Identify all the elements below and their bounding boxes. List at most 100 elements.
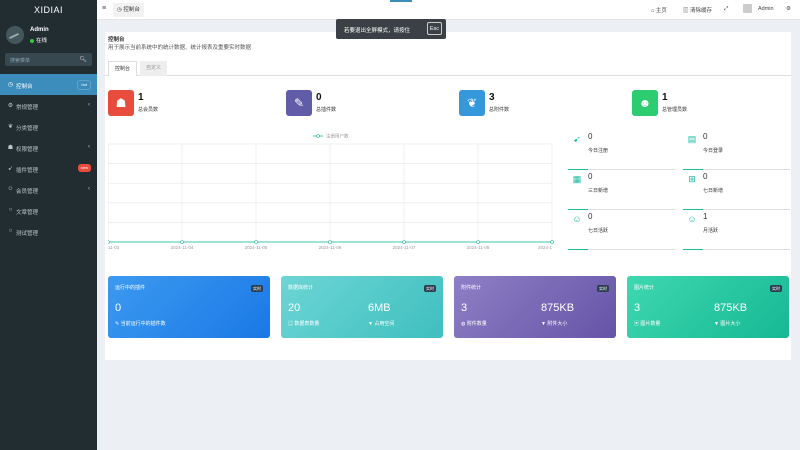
table-icon: ▤ [288, 321, 294, 327]
chevron-left-icon: ‹ [88, 185, 90, 192]
home-link[interactable]: ⌂ 主页 [651, 6, 667, 14]
magic-icon: ✎ [286, 90, 312, 116]
card-label-text: 数据表数量 [294, 321, 320, 327]
card-label: ▤ 数据表数量 [288, 320, 319, 327]
sidebar-item-article[interactable]: ○ 文章管理 [0, 200, 97, 221]
settings-icon[interactable]: ⚙ [786, 6, 791, 12]
realtime-badge: 实时 [424, 285, 436, 292]
data-point [254, 240, 258, 244]
user-panel: Admin 在线 [0, 20, 97, 50]
user-name: Admin [30, 27, 49, 33]
card-title: 图片统计 [634, 285, 655, 291]
data-point [402, 240, 406, 244]
trash-icon: ▥ [683, 8, 689, 14]
user-circle-icon: ☺ [687, 214, 697, 224]
sidebar-item-category[interactable]: ❦ 分类管理 [0, 116, 97, 137]
avatar[interactable] [743, 4, 752, 13]
card-value: 875KB [541, 302, 575, 314]
data-point [550, 240, 554, 244]
tab-label: 控制台 [123, 7, 140, 13]
sidebar: XIDIAI Admin 在线 搜索菜单 🔍︎ ◷ 控制台 hot ⚙ 常规管理… [0, 0, 97, 450]
card-label-text: 图片数量 [640, 321, 661, 327]
tab-active-indicator [390, 0, 412, 2]
card-value: 20 [288, 302, 301, 314]
menu-toggle-icon[interactable]: ≡ [102, 5, 106, 12]
main-content: 控制台 用于展示当前系统中的统计数据、统计报表及重要实时数据 控制台 自定义 ☗… [97, 20, 800, 450]
leaf-icon: ❦ [7, 124, 14, 130]
image-icon: ▣ [634, 321, 640, 327]
user-circle-icon: ☺ [572, 214, 582, 224]
circle-o-icon: ○ [8, 228, 13, 234]
realtime-badge: 实时 [597, 285, 609, 292]
stat-attachments: ❦ 3 总附件数 [459, 90, 629, 116]
sidebar-item-member[interactable]: ☺ 会员管理 ‹ [0, 179, 97, 200]
card-label: ✎ 当前运行中的插件数 [115, 320, 166, 327]
data-point [328, 240, 332, 244]
clear-cache-button[interactable]: ▥ 清除缓存 [683, 6, 712, 14]
home-icon: ⌂ [651, 8, 655, 14]
card-label: ▼ 图片大小 [714, 320, 740, 327]
card-running-addons: 运行中的插件 实时 0 ✎ 当前运行中的插件数 [108, 276, 270, 338]
search-icon[interactable]: 🔍︎ [79, 56, 87, 63]
sidebar-item-addon[interactable]: ➹ 插件管理 new [0, 158, 97, 179]
card-value: 0 [115, 302, 122, 314]
clear-cache-label: 清除缓存 [690, 8, 713, 14]
tab-dashboard-panel[interactable]: 控制台 [108, 61, 138, 76]
sidebar-item-test[interactable]: ○ 测试管理 [0, 221, 97, 242]
stat-label: 总管理员数 [662, 107, 688, 113]
fullscreen-icon[interactable]: ⤢ [724, 6, 728, 13]
sidebar-item-auth[interactable]: ☗ 权限管理 ‹ [0, 137, 97, 158]
sidebar-item-label: 权限管理 [16, 146, 39, 153]
sidebar-item-label: 文章管理 [16, 209, 39, 216]
group-icon: ☗ [7, 145, 14, 151]
sidebar-item-label: 常规管理 [16, 104, 39, 111]
user-circle-icon: ☺ [7, 186, 14, 192]
sidebar-item-dashboard[interactable]: ◷ 控制台 hot [0, 74, 97, 95]
mini-value: 0 [703, 172, 708, 181]
legend-label: 注册用户数 [326, 133, 349, 140]
card-value: 3 [461, 302, 468, 314]
card-title: 运行中的插件 [115, 285, 146, 291]
stat-value: 3 [489, 92, 495, 103]
user-menu[interactable]: Admin [758, 6, 774, 12]
card-label: ▼ 占用空间 [368, 320, 394, 327]
tab-dashboard[interactable]: ◷ 控制台 [113, 3, 144, 17]
app-logo[interactable]: XIDIAI [0, 0, 97, 20]
sidebar-item-label: 插件管理 [16, 167, 39, 174]
mini-value: 0 [588, 212, 593, 221]
x-tick-label: 2024-1 [538, 245, 553, 250]
page-description: 用于展示当前系统中的统计数据、统计报表及重要实时数据 [108, 45, 252, 51]
esc-key: Esc [426, 22, 442, 35]
card-label-text: 图片大小 [720, 321, 741, 327]
data-point [108, 240, 110, 244]
top-navbar: ≡ ◷ 控制台 ⌂ 主页 ▥ 清除缓存 ⤢ Admin ⚙ [97, 0, 800, 20]
sidebar-search[interactable]: 搜索菜单 🔍︎ [5, 53, 92, 66]
card-value: 875KB [714, 302, 748, 314]
sidebar-search-input[interactable]: 搜索菜单 [10, 57, 30, 64]
chevron-left-icon: ‹ [88, 101, 90, 108]
stat-value: 0 [316, 92, 322, 103]
card-title: 数据库统计 [288, 285, 314, 291]
x-tick-label: 2024-11-06 [319, 245, 342, 250]
card-label: ▣ 图片数量 [634, 320, 660, 327]
vcard-icon: ▤ [687, 134, 697, 144]
panel-tabs: 控制台 自定义 [105, 58, 791, 76]
sidebar-item-general[interactable]: ⚙ 常规管理 ‹ [0, 95, 97, 116]
stat-value: 1 [662, 92, 668, 103]
pencil-icon: ✎ [115, 321, 120, 327]
tab-custom[interactable]: 自定义 [140, 61, 168, 76]
paperclip-icon: ◍ [461, 321, 466, 327]
x-tick-label: 2024-11-04 [171, 245, 194, 250]
toast-text: 若要退出全屏模式，请按住 [344, 28, 411, 34]
card-images: 图片统计 实时 3 ▣ 图片数量 875KB ▼ 图片大小 [627, 276, 789, 338]
data-point [476, 240, 480, 244]
card-value: 3 [634, 302, 641, 314]
card-label-text: 附件大小 [547, 321, 568, 327]
card-attachments: 附件统计 实时 3 ◍ 附件数量 875KB ▼ 附件大小 [454, 276, 616, 338]
user-status: 在线 [30, 36, 47, 44]
x-tick-label: 2024-11-08 [467, 245, 490, 250]
chevron-left-icon: ‹ [88, 143, 90, 150]
cogs-icon: ⚙ [7, 103, 14, 109]
mini-stat-today-register: ➹ 0 今日注册 [568, 130, 675, 170]
mini-stat-7day-new: ⊞ 0 七日新增 [683, 170, 790, 210]
